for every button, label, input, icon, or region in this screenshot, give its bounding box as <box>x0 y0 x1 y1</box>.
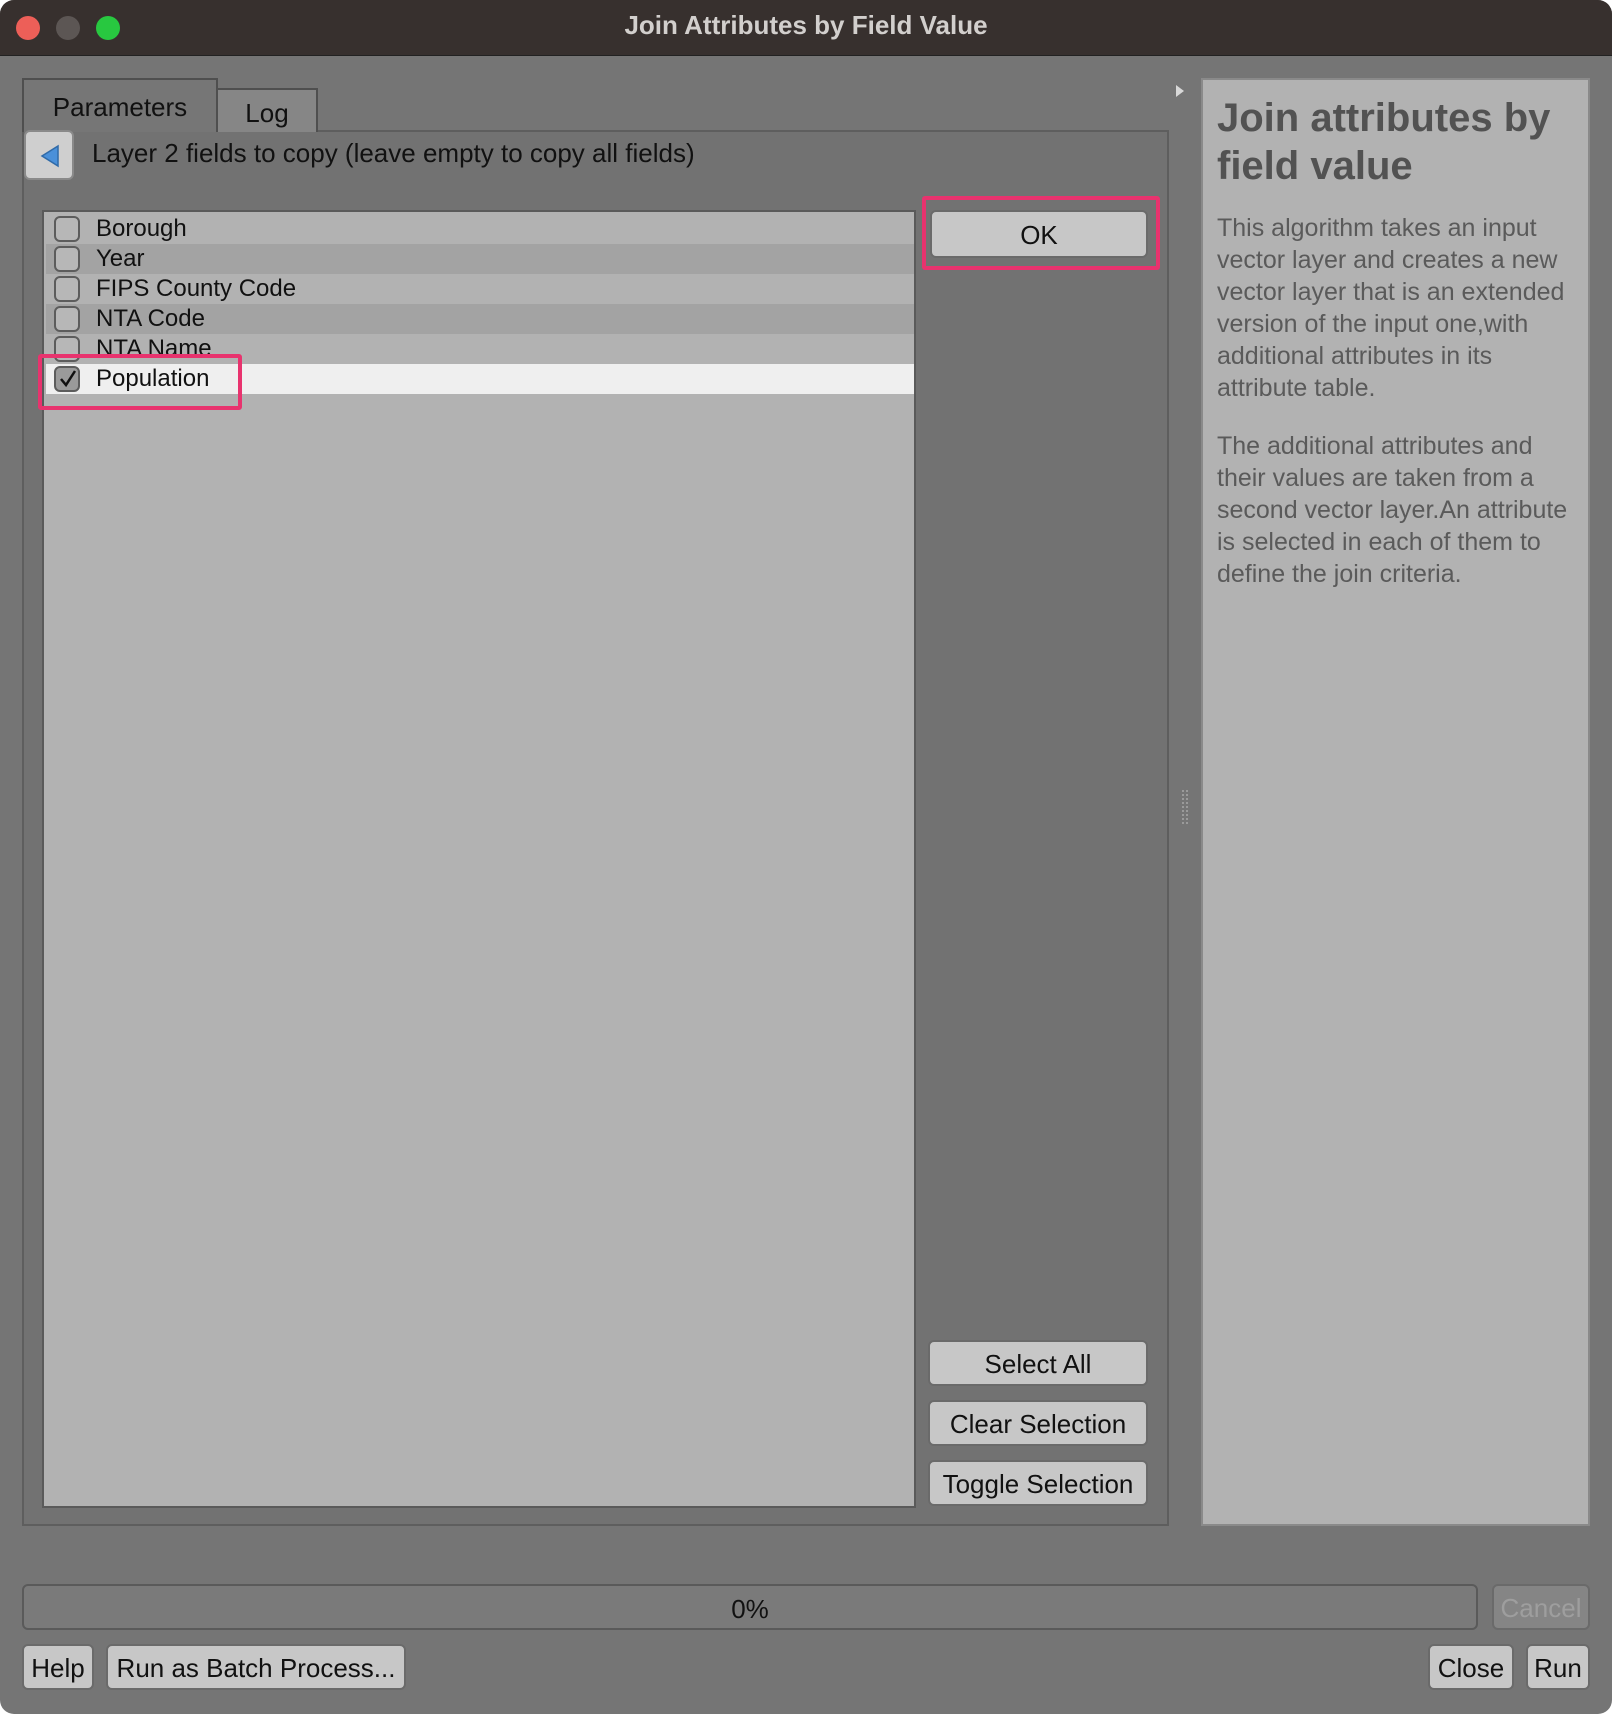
cancel-button[interactable]: Cancel <box>1492 1584 1590 1630</box>
field-label: NTA Code <box>96 305 205 332</box>
run-button[interactable]: Run <box>1526 1644 1590 1690</box>
back-button[interactable] <box>24 130 74 180</box>
help-panel: Join attributes by field value This algo… <box>1201 78 1590 1526</box>
help-paragraph: This algorithm takes an input vector lay… <box>1217 214 1565 402</box>
titlebar: Join Attributes by Field Value <box>0 0 1612 56</box>
list-item[interactable]: NTA Code <box>46 304 914 334</box>
collapse-arrow-icon[interactable] <box>1174 84 1186 98</box>
checkbox[interactable] <box>54 306 80 332</box>
checkbox[interactable] <box>54 246 80 272</box>
back-arrow-icon <box>40 144 59 168</box>
progress-bar: 0% <box>22 1584 1478 1630</box>
tab-parameters[interactable]: Parameters <box>22 78 218 132</box>
dialog-window: Join Attributes by Field Value Log Param… <box>0 0 1612 1714</box>
clear-selection-button[interactable]: Clear Selection <box>928 1400 1148 1446</box>
close-button[interactable]: Close <box>1428 1644 1514 1690</box>
list-item[interactable]: FIPS County Code <box>46 274 914 304</box>
tab-log[interactable]: Log <box>216 88 318 132</box>
highlight-box <box>922 196 1160 270</box>
checkbox[interactable] <box>54 216 80 242</box>
panel-heading: Layer 2 fields to copy (leave empty to c… <box>92 138 695 168</box>
splitter-handle[interactable] <box>1182 790 1188 824</box>
help-button[interactable]: Help <box>22 1644 94 1690</box>
help-paragraph: The additional attributes and their valu… <box>1217 432 1568 588</box>
toggle-selection-button[interactable]: Toggle Selection <box>928 1460 1148 1506</box>
run-as-batch-button[interactable]: Run as Batch Process... <box>106 1644 406 1690</box>
window-title: Join Attributes by Field Value <box>624 10 988 40</box>
list-item[interactable]: Borough <box>46 214 914 244</box>
field-label: FIPS County Code <box>96 275 297 302</box>
select-all-button[interactable]: Select All <box>928 1340 1148 1386</box>
field-label: Borough <box>96 215 187 242</box>
checkbox[interactable] <box>54 276 80 302</box>
field-label: Year <box>96 245 145 272</box>
highlight-box <box>38 354 242 410</box>
progress-label: 0% <box>731 1594 769 1624</box>
help-title: Join attributes by field value <box>1217 96 1551 188</box>
list-item[interactable]: Year <box>46 244 914 274</box>
